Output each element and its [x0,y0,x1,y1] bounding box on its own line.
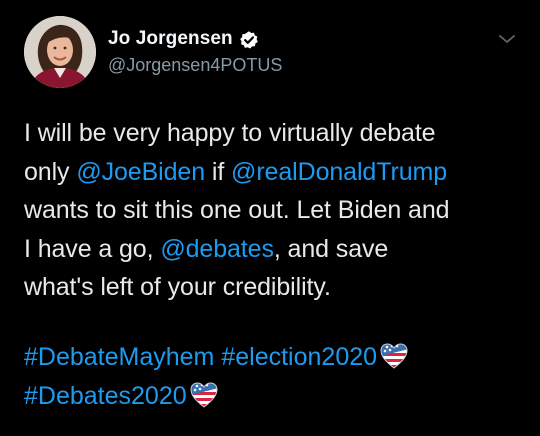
tweet-card: Jo Jorgensen @Jorgensen4POTUS I will be … [0,0,540,436]
hashtag-debates2020-link[interactable]: #Debates2020 [24,382,187,410]
tweet-text: I will be very happy to virtually debate… [24,114,524,307]
mention-debates-link[interactable]: @debates [160,235,274,263]
author-display-name[interactable]: Jo Jorgensen [108,28,233,50]
hashtag-line: #DebateMayhem #election2020 [24,338,524,377]
hashtag-debatemayhem-link[interactable]: #DebateMayhem [24,343,214,371]
tweet-text-segment: I have a go, [24,234,161,263]
tweet-text-segment: , and save [273,234,389,263]
tweet-line: wants to sit this one out. Let Biden and [24,196,450,224]
tweet-text-segment: only [24,157,77,186]
tweet-line: I will be very happy to virtually debate [24,119,436,147]
usa-heart-emoji-icon [189,380,219,410]
author-avatar[interactable] [24,16,96,88]
mention-realdonaldtrump-link[interactable]: @realDonaldTrump [231,158,447,186]
hashtag-election2020-link[interactable]: #election2020 [221,343,377,371]
tweet-text-segment: if [205,157,232,186]
usa-heart-emoji-icon [379,341,409,371]
hashtag-line: #Debates2020 [24,377,524,416]
mention-joebiden-link[interactable]: @JoeBiden [76,158,205,186]
author-handle[interactable]: @Jorgensen4POTUS [108,55,282,76]
tweet-line: I have a go, @debates, and save [24,230,524,269]
verified-badge-icon [239,30,259,50]
tweet-line: only @JoeBiden if @realDonaldTrump [24,153,524,192]
tweet-hashtags: #DebateMayhem #election2020 #Debates2020 [24,338,524,415]
tweet-line: what's left of your credibility. [24,273,331,301]
author-name-row[interactable]: Jo Jorgensen [108,28,259,50]
chevron-down-icon[interactable] [498,32,516,46]
